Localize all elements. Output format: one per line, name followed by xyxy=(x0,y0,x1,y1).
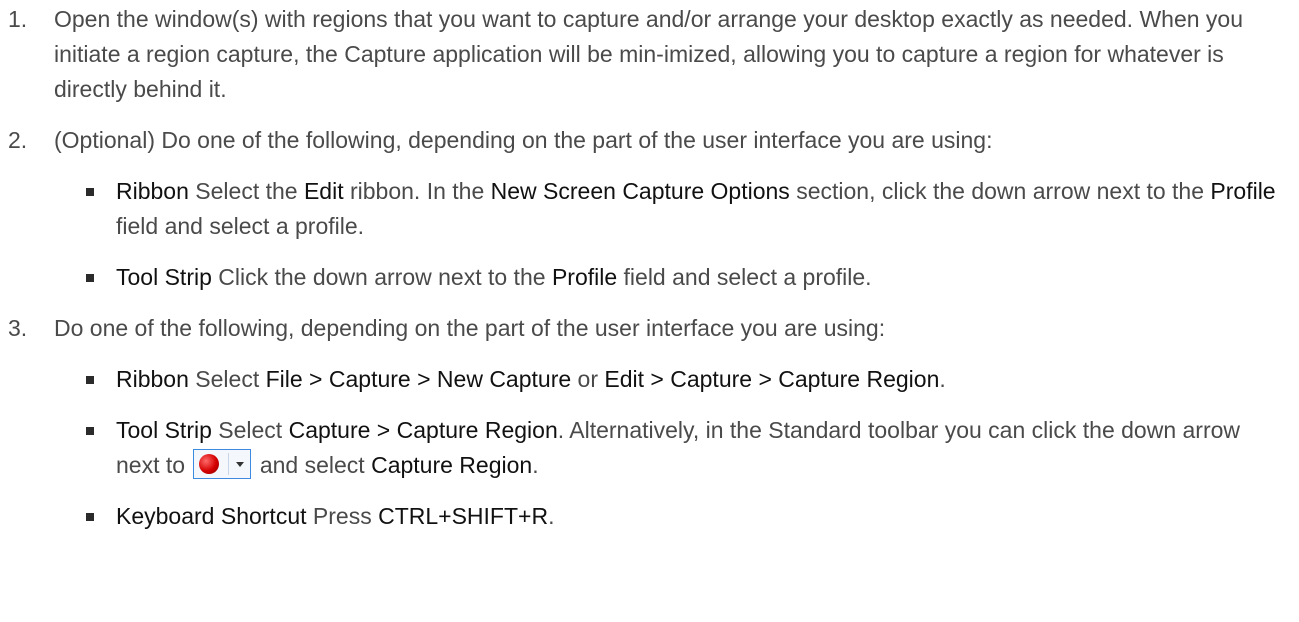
steps-list: 1. Open the window(s) with regions that … xyxy=(0,2,1299,534)
step-1: 1. Open the window(s) with regions that … xyxy=(0,2,1299,107)
option-ribbon: Ribbon Select the Edit ribbon. In the Ne… xyxy=(54,174,1281,244)
step-text: Open the window(s) with regions that you… xyxy=(54,6,1244,102)
option-text: ribbon. In the xyxy=(343,178,491,204)
option-lead: Tool Strip xyxy=(116,417,212,443)
option-ribbon: Ribbon Select File > Capture > New Captu… xyxy=(54,362,1281,397)
bullet-icon xyxy=(86,427,94,435)
option-text: and select xyxy=(253,452,372,478)
step-text: Do one of the following, depending on th… xyxy=(54,315,886,341)
option-lead: Keyboard Shortcut xyxy=(116,503,307,529)
option-text: . xyxy=(939,366,946,392)
step-number: 3. xyxy=(8,315,28,341)
ui-term: Edit xyxy=(303,178,344,204)
option-lead: Ribbon xyxy=(116,178,189,204)
option-list: Ribbon Select the Edit ribbon. In the Ne… xyxy=(54,174,1289,295)
document-page: 1. Open the window(s) with regions that … xyxy=(0,0,1299,534)
option-list: Ribbon Select File > Capture > New Captu… xyxy=(54,362,1289,534)
option-text: . xyxy=(548,503,555,529)
option-lead: Ribbon xyxy=(116,366,189,392)
ui-term: Capture Region xyxy=(371,452,533,478)
option-text: Click the down arrow next to the xyxy=(211,264,552,290)
divider xyxy=(228,453,230,475)
option-text: or xyxy=(571,366,605,392)
bullet-icon xyxy=(86,274,94,282)
option-text: section, click the down arrow next to th… xyxy=(789,178,1211,204)
record-dot-icon xyxy=(199,454,220,474)
ui-term: Edit > Capture > Capture Region xyxy=(604,366,940,392)
option-tool-strip: Tool Strip Select Capture > Capture Regi… xyxy=(54,413,1281,483)
ui-term: File > Capture > New Capture xyxy=(265,366,572,392)
option-text: Select xyxy=(211,417,289,443)
ui-term: Capture > Capture Region xyxy=(288,417,558,443)
bullet-icon xyxy=(86,513,94,521)
record-dropdown-icon xyxy=(193,449,252,479)
ui-term: CTRL+SHIFT+R xyxy=(378,503,549,529)
option-text: Select xyxy=(188,366,266,392)
step-3: 3. Do one of the following, depending on… xyxy=(0,311,1299,534)
step-number: 2. xyxy=(8,127,28,153)
step-2: 2. (Optional) Do one of the following, d… xyxy=(0,123,1299,295)
ui-term: Profile xyxy=(551,264,618,290)
option-lead: Tool Strip xyxy=(116,264,212,290)
ui-term: Profile xyxy=(1210,178,1276,204)
bullet-icon xyxy=(86,188,94,196)
option-text: field and select a profile. xyxy=(116,213,365,239)
ui-term: New Screen Capture Options xyxy=(490,178,790,204)
option-text: . xyxy=(532,452,539,478)
option-keyboard-shortcut: Keyboard Shortcut Press CTRL+SHIFT+R. xyxy=(54,499,1281,534)
option-text: Press xyxy=(306,503,379,529)
option-text: Select the xyxy=(188,178,304,204)
step-number: 1. xyxy=(8,6,28,32)
bullet-icon xyxy=(86,376,94,384)
option-tool-strip: Tool Strip Click the down arrow next to … xyxy=(54,260,1281,295)
step-text: (Optional) Do one of the following, depe… xyxy=(54,127,993,153)
option-text: field and select a profile. xyxy=(617,264,872,290)
chevron-down-icon xyxy=(236,462,245,467)
